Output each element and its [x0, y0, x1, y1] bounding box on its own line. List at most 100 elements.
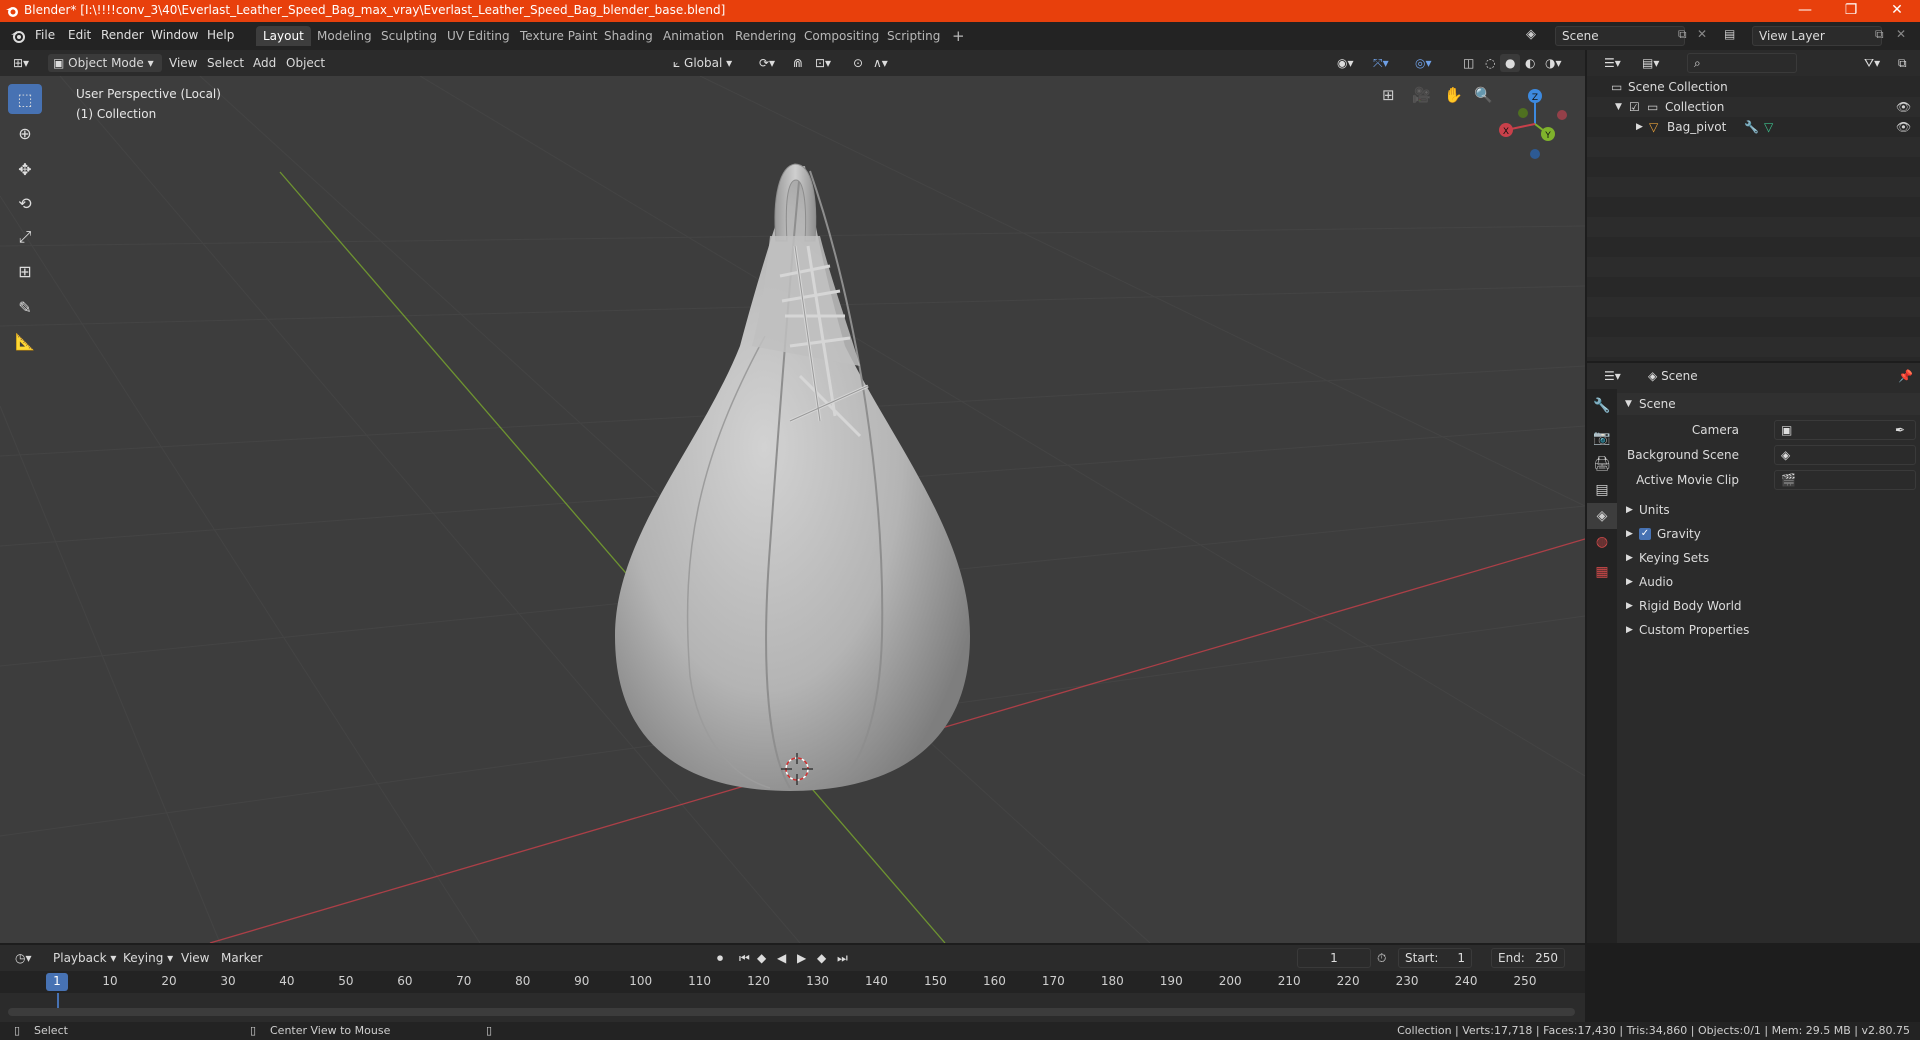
- panel-header-scene[interactable]: ▼ Scene: [1617, 393, 1920, 415]
- panel-header-audio[interactable]: ▶ Audio: [1617, 571, 1920, 593]
- background-scene-field[interactable]: ◈: [1774, 445, 1916, 465]
- output-tab-icon[interactable]: 🖨: [1587, 451, 1617, 477]
- scene-tab-icon[interactable]: ◈: [1587, 503, 1617, 529]
- filter-icon[interactable]: ⛛▾: [1859, 54, 1885, 72]
- display-mode-icon[interactable]: ▤▾: [1637, 54, 1664, 72]
- gizmo-toggle-icon[interactable]: ⤧▾: [1368, 54, 1394, 72]
- panel-header-custom-properties[interactable]: ▶ Custom Properties: [1617, 619, 1920, 641]
- proportional-edit-icon[interactable]: ⊙: [848, 54, 868, 72]
- overlay-toggle-icon[interactable]: ◎▾: [1410, 54, 1437, 72]
- pin-icon[interactable]: 📌: [1893, 367, 1918, 385]
- timeline-scrollbar[interactable]: [8, 1008, 1575, 1016]
- panel-header-keying-sets[interactable]: ▶ Keying Sets: [1617, 547, 1920, 569]
- timeline[interactable]: 1 10 20 30 40 50 60 70 80 90 100 110 120 130 140 150 160…: [0, 971, 1585, 1022]
- play-button[interactable]: ▶: [792, 949, 811, 967]
- tab-sculpting[interactable]: Sculpting: [374, 26, 444, 46]
- menu-add[interactable]: Add: [248, 54, 281, 72]
- start-frame-field[interactable]: Start: 1: [1398, 948, 1472, 968]
- cursor-tool[interactable]: ⊕: [8, 118, 42, 148]
- stopwatch-icon[interactable]: ⏱: [1372, 949, 1391, 967]
- visibility-icon[interactable]: ◉▾: [1332, 54, 1359, 72]
- jump-keyframe-back-button[interactable]: ◆: [752, 949, 771, 967]
- editor-type-icon[interactable]: ⊞▾: [8, 54, 34, 72]
- menu-edit[interactable]: Edit: [68, 28, 91, 42]
- solid-shading-icon[interactable]: ●: [1500, 54, 1521, 72]
- eye-icon[interactable]: 👁: [1896, 117, 1911, 137]
- blender-menu-icon[interactable]: [10, 28, 26, 44]
- menu-object[interactable]: Object: [281, 54, 330, 72]
- material-shading-icon[interactable]: ◐: [1520, 54, 1540, 72]
- rendered-shading-icon[interactable]: ◑▾: [1540, 54, 1567, 72]
- menu-view[interactable]: View: [164, 54, 202, 72]
- navigation-gizmo[interactable]: Z Y X: [1490, 84, 1570, 164]
- transform-tool[interactable]: ⊞: [8, 256, 42, 286]
- tab-layout[interactable]: Layout: [256, 26, 311, 46]
- xray-toggle-icon[interactable]: ◫: [1458, 54, 1479, 72]
- pan-view-icon[interactable]: ✋: [1444, 86, 1463, 104]
- active-movie-clip-field[interactable]: 🎬: [1774, 470, 1916, 490]
- snap-icon[interactable]: ⋒: [788, 54, 808, 72]
- timeline-ruler[interactable]: 1 10 20 30 40 50 60 70 80 90 100 110 120 130 140 150 160…: [0, 971, 1585, 993]
- delete-scene-icon[interactable]: ✕: [1697, 27, 1707, 41]
- menu-window[interactable]: Window: [151, 28, 198, 42]
- outliner-row-collection[interactable]: ▼ ☑ ▭ Collection 👁: [1587, 97, 1920, 117]
- tab-shading[interactable]: Shading: [597, 26, 660, 46]
- tool-tab-icon[interactable]: 🔧: [1587, 393, 1617, 419]
- transform-orientation[interactable]: ⟀ Global ▾: [668, 54, 752, 72]
- gravity-checkbox[interactable]: ✓: [1639, 528, 1651, 540]
- view-layer-tab-icon[interactable]: ▤: [1587, 477, 1617, 503]
- mode-selector[interactable]: ▣ Object Mode ▾: [48, 54, 162, 72]
- menu-keying[interactable]: Keying ▾: [118, 949, 178, 967]
- maximize-button[interactable]: ❐: [1828, 0, 1874, 22]
- new-scene-icon[interactable]: ⧉: [1678, 27, 1687, 42]
- tab-compositing[interactable]: Compositing: [797, 26, 886, 46]
- ortho-toggle-icon[interactable]: ⊞: [1382, 86, 1395, 104]
- move-tool[interactable]: ✥: [8, 154, 42, 184]
- properties-editor-type-icon[interactable]: ☰▾: [1599, 367, 1626, 385]
- menu-select[interactable]: Select: [202, 54, 249, 72]
- texture-tab-icon[interactable]: ▦: [1587, 559, 1617, 585]
- menu-timeline-view[interactable]: View: [176, 949, 214, 967]
- view-layer-selector[interactable]: View Layer: [1752, 26, 1882, 46]
- menu-render[interactable]: Render: [101, 28, 144, 42]
- play-reverse-button[interactable]: ◀: [772, 949, 791, 967]
- render-tab-icon[interactable]: 📷: [1587, 425, 1617, 451]
- tab-uv-editing[interactable]: UV Editing: [440, 26, 517, 46]
- tab-scripting[interactable]: Scripting: [880, 26, 947, 46]
- panel-header-rigid-body-world[interactable]: ▶ Rigid Body World: [1617, 595, 1920, 617]
- close-button[interactable]: ✕: [1874, 0, 1920, 22]
- world-tab-icon[interactable]: ◍: [1587, 529, 1617, 555]
- expand-arrow-icon[interactable]: ▼: [1615, 97, 1622, 117]
- timeline-editor-type-icon[interactable]: ◷▾: [10, 949, 37, 967]
- menu-help[interactable]: Help: [207, 28, 234, 42]
- menu-file[interactable]: File: [35, 28, 55, 42]
- annotate-tool[interactable]: ✎: [8, 292, 42, 322]
- 3d-viewport[interactable]: ⬚ ⊕ ✥ ⟲ ⤢ ⊞ ✎ 📐 User Perspective (Local)…: [0, 76, 1585, 943]
- scale-tool[interactable]: ⤢: [8, 222, 42, 252]
- rotate-tool[interactable]: ⟲: [8, 188, 42, 218]
- add-workspace-button[interactable]: +: [945, 26, 972, 46]
- tab-texture-paint[interactable]: Texture Paint: [513, 26, 604, 46]
- delete-view-layer-icon[interactable]: ✕: [1896, 27, 1906, 41]
- new-view-layer-icon[interactable]: ⧉: [1875, 27, 1884, 42]
- minimize-button[interactable]: —: [1782, 0, 1828, 22]
- scene-selector[interactable]: Scene: [1555, 26, 1685, 46]
- camera-view-icon[interactable]: 🎥: [1412, 86, 1431, 104]
- tab-modeling[interactable]: Modeling: [310, 26, 379, 46]
- panel-header-units[interactable]: ▶ Units: [1617, 499, 1920, 521]
- outliner-row-scene-collection[interactable]: ▭ Scene Collection: [1587, 77, 1920, 97]
- outliner-search-input[interactable]: ⌕: [1687, 53, 1797, 73]
- view-layer-icon[interactable]: ▤: [1724, 27, 1735, 41]
- select-box-tool[interactable]: ⬚: [8, 84, 42, 114]
- record-button[interactable]: ⏺: [712, 949, 728, 967]
- wireframe-shading-icon[interactable]: ◌: [1480, 54, 1500, 72]
- falloff-icon[interactable]: ∧▾: [868, 54, 893, 72]
- checkbox-icon[interactable]: ☑: [1629, 97, 1640, 117]
- menu-marker[interactable]: Marker: [216, 949, 267, 967]
- menu-playback[interactable]: Playback ▾: [48, 949, 121, 967]
- snap-target-icon[interactable]: ⊡▾: [810, 54, 836, 72]
- tab-rendering[interactable]: Rendering: [728, 26, 803, 46]
- panel-header-gravity[interactable]: ▶ ✓ Gravity: [1617, 523, 1920, 545]
- jump-end-button[interactable]: ⏭: [832, 949, 853, 967]
- scene-icon[interactable]: ◈: [1526, 27, 1536, 42]
